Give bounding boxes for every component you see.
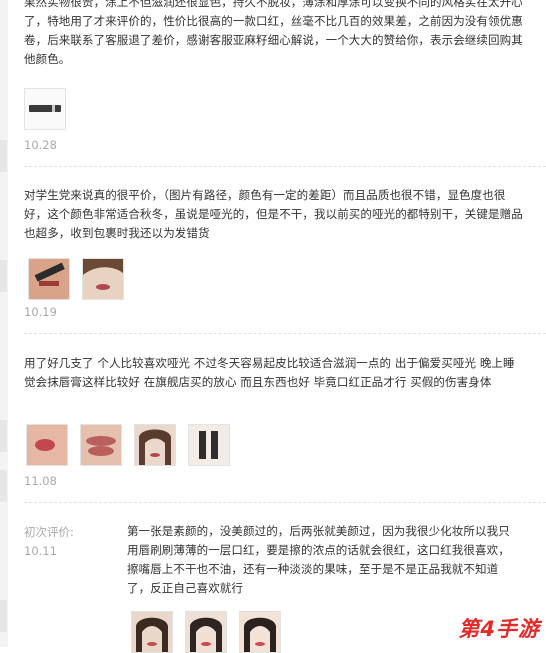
face-photo-icon [83,259,123,299]
review-photo[interactable] [24,88,66,130]
hand-swatch-photo-icon [29,259,69,299]
review-divider [24,166,546,167]
gutter-tab [0,600,7,632]
review-photos [28,258,124,300]
selfie-photo-icon [240,612,280,652]
review-date: 10.19 [24,305,57,319]
review-date: 10.11 [24,544,57,558]
review-photo[interactable] [188,424,230,466]
review-text: 对学生党来说真的很平价，（图片有路径，颜色有一定的差距）而且品质也很不错，显色度… [24,188,523,240]
review-date: 10.28 [24,138,57,152]
gutter-tab [0,260,7,292]
review-photo[interactable] [26,424,68,466]
left-gutter [0,0,8,647]
review-date: 11.08 [24,474,57,488]
selfie-photo-icon [132,612,172,652]
lipsticks-photo-icon [189,425,229,465]
review-text: 果然实物很赞，涂上不但滋润还很显色，持久不脱妆，薄涂和厚涂可以变换不同的风格实在… [24,0,523,66]
gutter-tab [0,470,7,502]
selfie-photo-icon [186,612,226,652]
review-divider [24,333,546,334]
review-item: 用了好几支了 个人比较喜欢哑光 不过冬天容易起皮比较适合滋润一点的 出于偏爱买哑… [24,354,524,392]
lips-photo-icon [81,425,121,465]
face-photo-icon [135,425,175,465]
lipstick-photo-icon [29,105,61,112]
review-photo[interactable] [82,258,124,300]
review-divider [24,502,546,503]
review-text: 第一张是素颜的，没美颜过的，后两张就美颜过，因为我很少化妆所以我只用唇刷刷薄薄的… [127,524,510,595]
review-item: 果然实物很赞，涂上不但滋润还很显色，持久不脱妆，薄涂和厚涂可以变换不同的风格实在… [24,0,524,69]
site-watermark: 第4手游 [458,617,540,641]
review-photo[interactable] [134,424,176,466]
review-photo[interactable] [80,424,122,466]
review-item: 第一张是素颜的，没美颜过的，后两张就美颜过，因为我很少化妆所以我只用唇刷刷薄薄的… [127,522,521,598]
gutter-tab [0,140,7,172]
gutter-tab [0,420,7,452]
review-item: 对学生党来说真的很平价，（图片有路径，颜色有一定的差距）而且品质也很不错，显色度… [24,186,524,243]
review-text: 用了好几支了 个人比较喜欢哑光 不过冬天容易起皮比较适合滋润一点的 出于偏爱买哑… [24,356,515,389]
review-photos [26,424,230,466]
review-photos [24,88,66,130]
review-photo[interactable] [28,258,70,300]
arm-swatch-photo-icon [27,425,67,465]
initial-review-label: 初次评价: [24,525,74,539]
